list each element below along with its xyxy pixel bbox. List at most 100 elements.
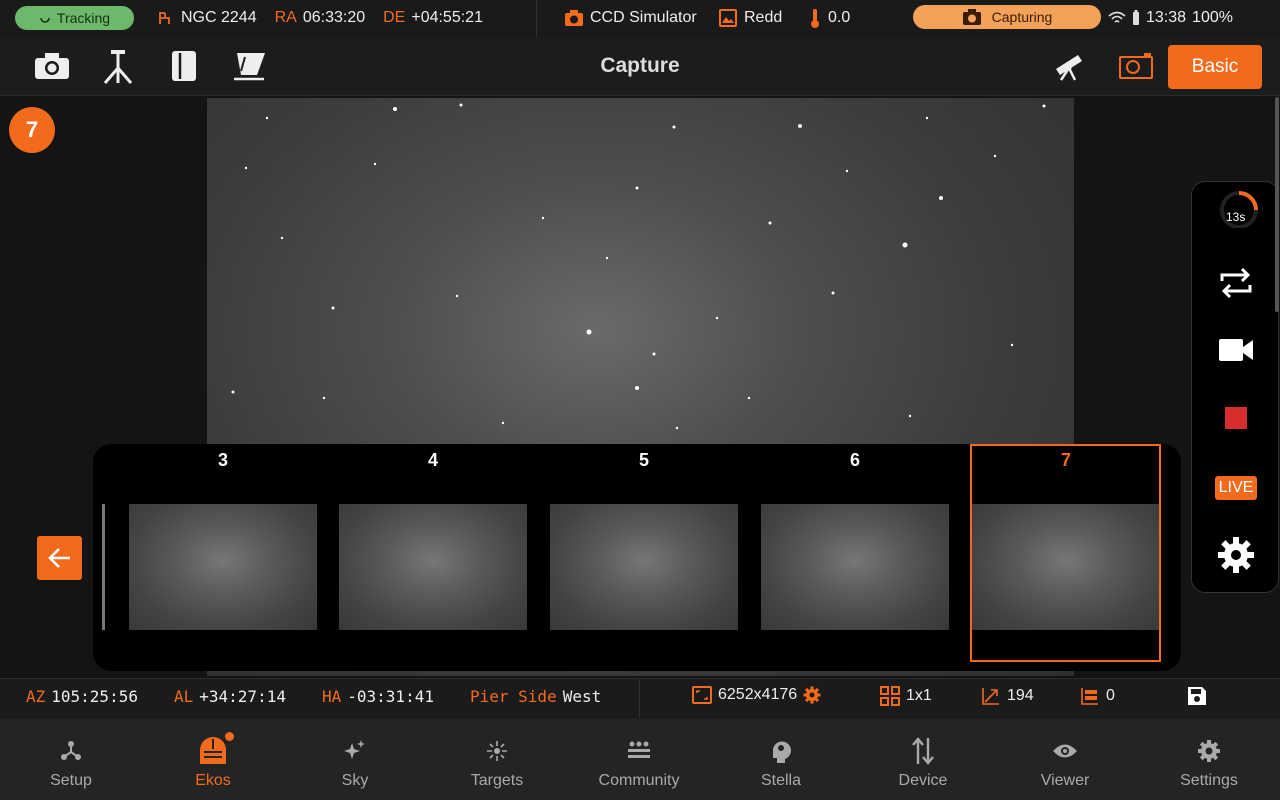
community-icon — [628, 741, 650, 758]
target-info[interactable]: NGC 2244 RA 06:33:20 DE +04:55:21 — [157, 0, 483, 36]
stop-button[interactable] — [1192, 398, 1280, 438]
nav-ekos[interactable]: Ekos — [142, 718, 284, 800]
video-camera-icon — [1219, 339, 1253, 361]
frame-thumbnail[interactable] — [339, 504, 527, 630]
wifi-icon — [1108, 11, 1126, 23]
frame-number-badge[interactable]: 7 — [9, 107, 55, 153]
az-value: 105:25:56 — [51, 687, 138, 706]
live-button[interactable]: LIVE — [1192, 472, 1280, 504]
basic-mode-button[interactable]: Basic — [1168, 45, 1262, 89]
nav-community[interactable]: Community — [568, 718, 710, 800]
capturing-pill[interactable]: Capturing — [913, 5, 1101, 29]
nav-label: Community — [598, 772, 680, 789]
offset-icon — [1081, 688, 1098, 705]
capture-settings-button[interactable] — [1192, 534, 1280, 576]
nav-device[interactable]: Device — [852, 718, 994, 800]
notification-dot — [225, 732, 234, 741]
viewer-icon — [1053, 744, 1077, 758]
offset-value: 0 — [1106, 687, 1115, 704]
resolution-icon — [692, 686, 712, 704]
nav-label: Device — [898, 772, 948, 789]
camera-name: CCD Simulator — [590, 9, 697, 26]
filmstrip-scroll-indicator — [102, 504, 105, 630]
frame-number: 4 — [427, 450, 438, 470]
az-label: AZ — [26, 687, 46, 706]
sky-icon — [344, 740, 365, 759]
al-label: AL — [174, 687, 194, 706]
offset-setting[interactable]: 0 — [1080, 686, 1115, 706]
flat-module-icon[interactable] — [229, 46, 269, 86]
al-readout: AL +34:27:14 — [174, 687, 286, 706]
battery-level: 100% — [1192, 9, 1233, 26]
toolbar: Capture Basic — [0, 36, 1280, 96]
resolution-value: 6252x4176 — [718, 686, 798, 703]
capture-module-icon[interactable] — [32, 46, 72, 86]
binning-value: 1x1 — [906, 687, 932, 704]
camera-icon — [565, 10, 583, 26]
nav-viewer[interactable]: Viewer — [994, 718, 1136, 800]
ha-label: HA — [322, 687, 342, 706]
de-value: +04:55:21 — [411, 9, 483, 26]
frame-icon[interactable] — [1116, 46, 1156, 86]
frame-number: 5 — [638, 450, 649, 470]
gain-setting[interactable]: 194 — [981, 686, 1034, 706]
video-button[interactable] — [1192, 330, 1280, 370]
telescope-icon[interactable] — [1049, 46, 1089, 86]
nav-settings[interactable]: Settings — [1138, 718, 1280, 800]
countdown-label: 13s — [1226, 210, 1246, 224]
binning-setting[interactable]: 1x1 — [880, 686, 932, 706]
frame-thumbnail[interactable] — [129, 504, 317, 630]
capturing-label: Capturing — [991, 9, 1053, 25]
nav-setup[interactable]: Setup — [0, 718, 142, 800]
filter-info[interactable]: Redd — [718, 0, 782, 36]
ra-label: RA — [274, 9, 297, 26]
gear-icon — [1218, 537, 1254, 573]
status-divider — [536, 0, 537, 36]
nav-sky[interactable]: Sky — [284, 718, 426, 800]
loop-button[interactable] — [1192, 262, 1280, 304]
frame-number: 6 — [849, 450, 860, 470]
mount-module-icon[interactable] — [98, 46, 138, 86]
nav-stella[interactable]: Stella — [710, 718, 852, 800]
temperature-value: 0.0 — [828, 9, 851, 26]
nav-targets[interactable]: Targets — [426, 718, 568, 800]
selected-frame-outline — [970, 444, 1161, 662]
nav-label: Settings — [1180, 772, 1238, 789]
page-title: Capture — [600, 54, 680, 77]
resolution-gear-icon[interactable] — [803, 686, 821, 704]
system-status: 13:38 100% — [1108, 0, 1233, 36]
pier-side-readout: Pier Side West — [470, 687, 601, 706]
binning-icon — [880, 686, 900, 706]
ha-value: -03:31:41 — [347, 687, 434, 706]
az-readout: AZ 105:25:56 — [26, 687, 138, 706]
frame-thumbnail[interactable] — [761, 504, 949, 630]
targets-icon — [487, 741, 507, 761]
scrollbar[interactable] — [1275, 97, 1279, 312]
temperature-info[interactable]: 0.0 — [808, 0, 850, 36]
resolution-setting[interactable]: 6252x4176 — [692, 686, 821, 704]
nav-label: Sky — [341, 772, 369, 789]
status-bar: Tracking NGC 2244 RA 06:33:20 DE +04:55:… — [0, 0, 1280, 36]
stop-icon — [1225, 407, 1247, 429]
filter-icon — [719, 9, 737, 27]
capture-view: 7 3 4 5 6 7 13s LIVE — [0, 97, 1280, 677]
camera-info[interactable]: CCD Simulator — [564, 0, 697, 36]
info-bar: AZ 105:25:56 AL +34:27:14 HA -03:31:41 P… — [0, 678, 1280, 718]
gain-icon — [982, 688, 999, 705]
setup-icon — [61, 741, 81, 760]
bottom-navigation: Setup Ekos Sky Targets Community Stella … — [0, 718, 1280, 800]
ekos-icon — [200, 737, 226, 764]
back-button[interactable] — [37, 536, 82, 580]
nav-label: Viewer — [1040, 772, 1090, 789]
capture-camera-icon — [962, 9, 981, 25]
info-divider — [639, 679, 640, 718]
filmstrip: 3 4 5 6 7 — [93, 444, 1181, 671]
scheduler-module-icon[interactable] — [164, 46, 204, 86]
nav-label: Targets — [470, 772, 524, 789]
frame-thumbnail[interactable] — [550, 504, 738, 630]
tracking-pill[interactable]: Tracking — [15, 6, 134, 30]
frame-number: 3 — [217, 450, 228, 470]
nav-label: Ekos — [195, 772, 231, 789]
tracking-label: Tracking — [56, 10, 111, 26]
save-button[interactable] — [1187, 686, 1207, 706]
